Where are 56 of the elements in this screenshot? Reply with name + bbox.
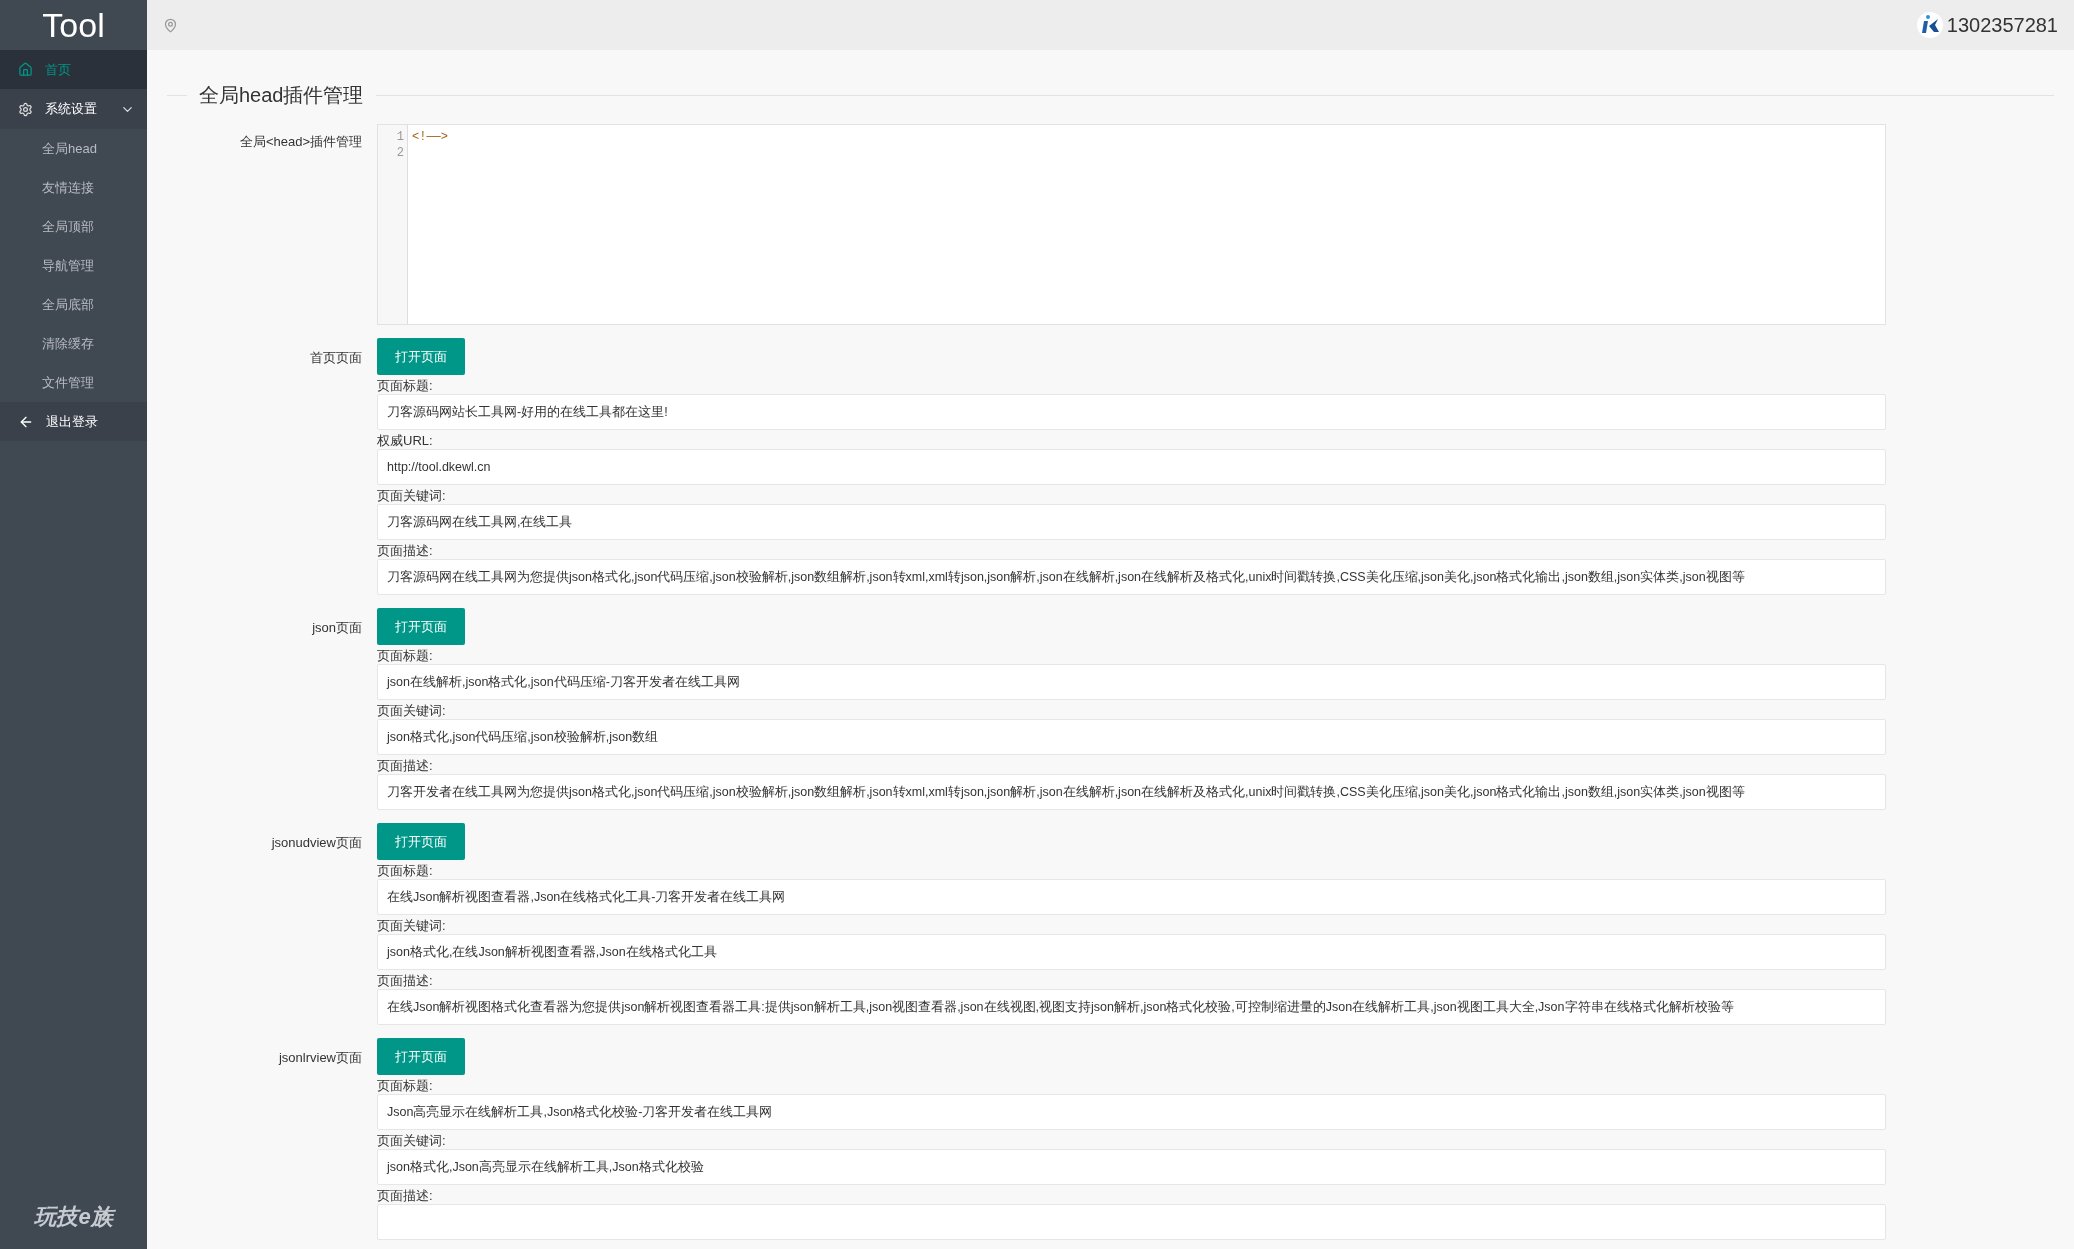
sidebar-item[interactable]: 友情连接	[0, 168, 147, 207]
code-line: <!——>	[412, 129, 448, 145]
field-label: 权威URL:	[377, 432, 434, 449]
text-input[interactable]: 在线Json解析视图格式化查看器为您提供json解析视图查看器工具:提供json解析工具,json视图查看器,json在线视图,视图支持json解析,json格式化校验,可控制缩进量的Json在线解析工具,json视图工具大全,Json字符串在线格式化解析校验等	[377, 989, 1886, 1025]
text-input[interactable]: 刀客源码网在线工具网,在线工具	[377, 504, 1886, 540]
field-label: 页面描述:	[377, 1187, 434, 1204]
sidebar-item[interactable]: 全局底部	[0, 285, 147, 324]
sidebar-item[interactable]: 退出登录	[0, 402, 147, 441]
field-label: jsonlrview页面	[277, 1049, 363, 1067]
sidebar-item[interactable]: 清除缓存	[0, 324, 147, 363]
field-label: 页面关键词:	[377, 487, 447, 504]
field-label: 页面标题:	[377, 377, 434, 394]
field-label: 页面描述:	[377, 757, 434, 774]
line-number: 2	[396, 145, 404, 161]
open-page-button[interactable]: 打开页面	[377, 823, 465, 860]
field-label: 页面标题:	[377, 647, 434, 664]
field-label: 页面关键词:	[377, 702, 447, 719]
sidebar-item[interactable]: 首页	[0, 50, 147, 89]
field-label: json页面	[311, 619, 363, 637]
app-logo: Tool	[42, 8, 105, 42]
settings-icon	[18, 101, 33, 117]
text-input[interactable]: 在线Json解析视图查看器,Json在线格式化工具-刀客开发者在线工具网	[377, 879, 1886, 915]
field-label: 全局<head>插件管理	[238, 133, 363, 151]
sidebar-item[interactable]: 文件管理	[0, 363, 147, 402]
text-input[interactable]: 刀客源码网在线工具网为您提供json格式化,json代码压缩,json校验解析,json数组解析,json转xml,xml转json,json解析,json在线解析,json在线解析及格式化,unix时间戳转换,CSS美化压缩,json美化,json格式化输出,json数组,json实体类,json视图等	[377, 559, 1886, 595]
field-label: 页面关键词:	[377, 917, 447, 934]
field-label: 页面描述:	[377, 972, 434, 989]
field-label: 页面关键词:	[377, 1132, 447, 1149]
text-input[interactable]: json在线解析,json格式化,json代码压缩-刀客开发者在线工具网	[377, 664, 1886, 700]
sidebar-item[interactable]: 导航管理	[0, 246, 147, 285]
sidebar-item[interactable]: 全局head	[0, 129, 147, 168]
field-label: jsonudview页面	[270, 834, 363, 852]
text-input[interactable]: json格式化,json代码压缩,json校验解析,json数组	[377, 719, 1886, 755]
text-input[interactable]: 刀客源码网站长工具网-好用的在线工具都在这里!	[377, 394, 1886, 430]
location-pin-icon[interactable]	[163, 17, 178, 33]
text-input[interactable]: json格式化,Json高亮显示在线解析工具,Json格式化校验	[377, 1149, 1886, 1185]
open-page-button[interactable]: 打开页面	[377, 1038, 465, 1075]
open-page-button[interactable]: 打开页面	[377, 608, 465, 645]
text-input[interactable]	[377, 1204, 1886, 1240]
sidebar-item[interactable]: 全局顶部	[0, 207, 147, 246]
line-number: 1	[396, 129, 404, 145]
user-avatar-icon	[1916, 12, 1943, 38]
home-icon	[18, 62, 33, 77]
text-input[interactable]: Json高亮显示在线解析工具,Json格式化校验-刀客开发者在线工具网	[377, 1094, 1886, 1130]
field-label: 页面标题:	[377, 862, 434, 879]
text-input[interactable]: 刀客开发者在线工具网为您提供json格式化,json代码压缩,json校验解析,json数组解析,json转xml,xml转json,json解析,json在线解析,json在线解析及格式化,unix时间戳转换,CSS美化压缩,json美化,json格式化输出,json数组,json实体类,json视图等	[377, 774, 1886, 810]
section-title: 全局head插件管理	[198, 83, 365, 108]
username[interactable]: 1302357281	[1946, 10, 2058, 40]
field-label: 页面描述:	[377, 542, 434, 559]
open-page-button[interactable]: 打开页面	[377, 338, 465, 375]
sidebar-group[interactable]: 系统设置	[0, 89, 147, 129]
field-label: 首页页面	[309, 349, 363, 367]
text-input[interactable]: json格式化,在线Json解析视图查看器,Json在线格式化工具	[377, 934, 1886, 970]
code-editor[interactable]: 1 2 <!——>	[377, 124, 1886, 325]
text-input[interactable]: http://tool.dkewl.cn	[377, 449, 1886, 485]
field-label: 页面标题:	[377, 1077, 434, 1094]
